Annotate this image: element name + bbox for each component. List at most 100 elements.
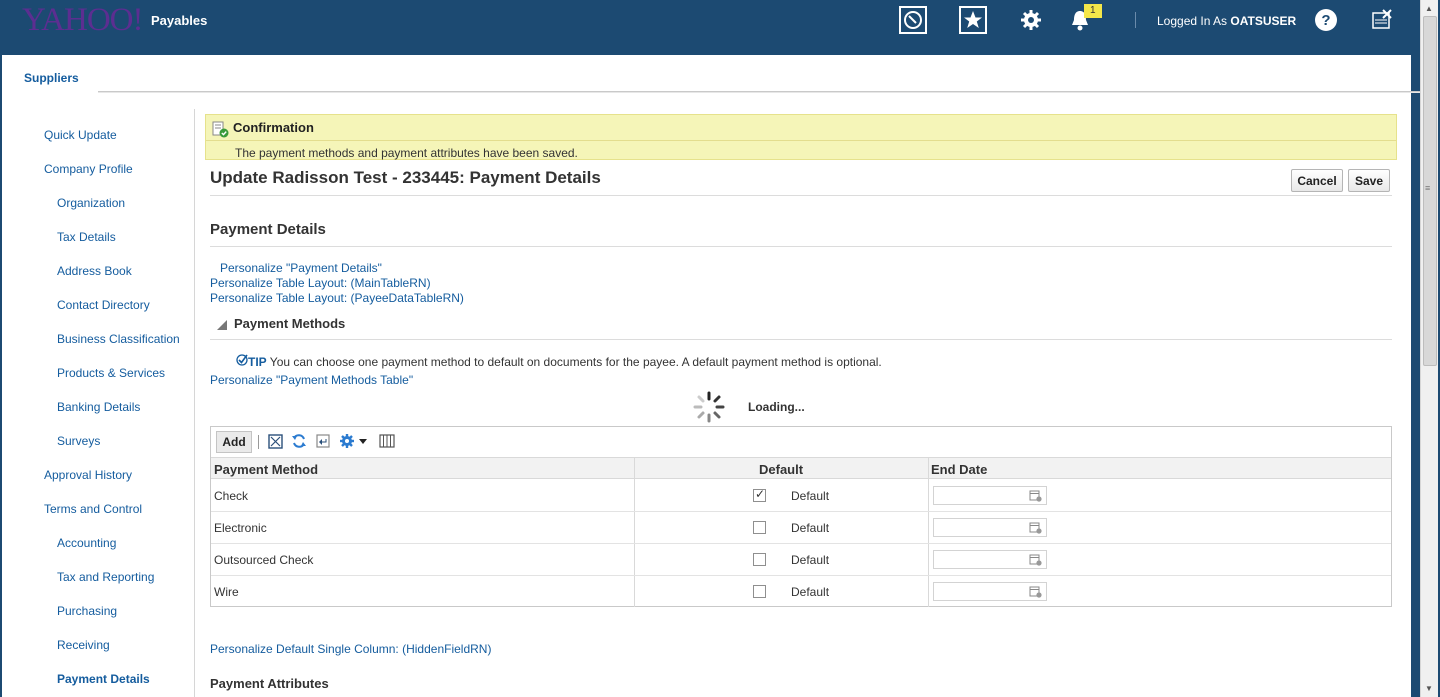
default-label: Default [791,489,830,503]
payment-methods-table: Add Payment Method Default End Date Chec… [210,426,1392,607]
sidebar-item-quick-update[interactable]: Quick Update [44,128,117,142]
payment-method-cell: Outsourced Check [214,553,314,567]
section-title-payment-details: Payment Details [210,221,326,238]
tab-divider-shadow [98,92,1428,93]
help-icon[interactable]: ? [1312,6,1340,34]
scrollbar-grip-icon: ≡ [1425,183,1431,193]
end-date-input[interactable] [933,582,1047,601]
personalize-main-table-link[interactable]: Personalize Table Layout: (MainTableRN) [210,276,431,290]
personalize-payee-table-link[interactable]: Personalize Table Layout: (PayeeDataTabl… [210,291,464,305]
compass-icon[interactable] [899,6,927,34]
sidebar-item-tax-details[interactable]: Tax Details [57,230,116,244]
toolbar-separator [258,435,259,449]
calendar-icon[interactable] [1029,521,1042,537]
table-row: Electronic Default [211,512,1391,544]
default-checkbox[interactable] [753,585,766,598]
freeze-columns-icon[interactable] [379,433,395,452]
sidebar-item-banking-details[interactable]: Banking Details [57,400,140,414]
default-checkbox[interactable] [753,521,766,534]
loading-spinner-icon [692,390,726,427]
sidebar-item-business-classification[interactable]: Business Classification [57,332,180,346]
username: OATSUSER [1230,14,1297,28]
settings-gear-dropdown-icon[interactable] [339,433,369,452]
tip-text: TIP You can choose one payment method to… [236,354,882,369]
sidebar-item-approval-history[interactable]: Approval History [44,468,132,482]
personalize-payment-details-link[interactable]: Personalize "Payment Details" [220,261,382,275]
loading-text: Loading... [748,400,805,414]
tab-strip: Suppliers [14,55,1428,100]
yahoo-logo: YAHOO! [22,2,143,38]
tab-suppliers[interactable]: Suppliers [24,71,79,85]
confirmation-banner: Confirmation The payment methods and pay… [205,114,1397,160]
sidebar-item-address-book[interactable]: Address Book [57,264,132,278]
revert-icon[interactable] [315,433,331,452]
sidebar-item-contact-directory[interactable]: Contact Directory [57,298,150,312]
column-header-default[interactable]: Default [759,462,803,477]
confirmation-document-check-icon [212,121,229,141]
sidebar-item-tax-and-reporting[interactable]: Tax and Reporting [57,570,154,584]
title-divider [210,195,1392,196]
cancel-button[interactable]: Cancel [1291,169,1343,192]
save-button[interactable]: Save [1348,169,1390,192]
column-header-end-date[interactable]: End Date [931,462,987,477]
vertical-scrollbar[interactable]: ▲ ≡ ▼ [1420,0,1438,697]
calendar-icon[interactable] [1029,585,1042,601]
sidebar-item-company-profile[interactable]: Company Profile [44,162,133,176]
sidebar-item-payment-details[interactable]: Payment Details [57,672,150,686]
end-date-input[interactable] [933,550,1047,569]
calendar-icon[interactable] [1029,553,1042,569]
default-checkbox[interactable] [753,487,766,502]
sidebar-item-purchasing[interactable]: Purchasing [57,604,117,618]
section-divider [210,246,1392,247]
default-label: Default [791,585,830,599]
header-separator [1135,12,1136,28]
sidebar-item-products-services[interactable]: Products & Services [57,366,165,380]
logged-in-text: Logged In As OATSUSER [1157,14,1296,28]
collapse-triangle-icon[interactable] [217,320,227,330]
personalize-hidden-field-link[interactable]: Personalize Default Single Column: (Hidd… [210,642,491,656]
scroll-up-arrow-icon[interactable]: ▲ [1425,4,1433,13]
section-title-payment-attributes: Payment Attributes [210,676,329,691]
personalize-methods-table-link[interactable]: Personalize "Payment Methods Table" [210,373,413,387]
sidebar-item-surveys[interactable]: Surveys [57,434,100,448]
settings-gear-icon[interactable] [1017,6,1045,34]
default-label: Default [791,553,830,567]
logged-in-prefix: Logged In As [1157,14,1228,28]
sidebar-item-accounting[interactable]: Accounting [57,536,116,550]
calendar-icon[interactable] [1029,489,1042,505]
svg-text:?: ? [1321,12,1330,29]
add-button[interactable]: Add [216,431,252,453]
app-name: Payables [151,13,208,28]
table-toolbar: Add [211,427,1391,457]
table-row: Check Default [211,480,1391,512]
methods-divider [210,339,1392,340]
confirmation-title: Confirmation [233,120,314,135]
end-date-input[interactable] [933,518,1047,537]
refresh-icon[interactable] [291,433,307,452]
confirmation-divider [206,140,1396,141]
sidebar-item-organization[interactable]: Organization [57,196,125,210]
favorites-star-icon[interactable] [959,6,987,34]
tip-label: TIP [248,355,267,369]
column-header-payment-method[interactable]: Payment Method [214,462,318,477]
tip-check-icon [236,354,248,369]
sidebar-item-terms-and-control[interactable]: Terms and Control [44,502,142,516]
tip-message: You can choose one payment method to def… [269,355,882,369]
close-window-icon[interactable] [1368,6,1396,34]
default-label: Default [791,521,830,535]
payment-method-cell: Check [214,489,249,503]
notification-count-badge: 1 [1084,4,1102,18]
payment-method-cell: Wire [214,585,239,599]
top-header: YAHOO! Payables 1 Logged In As OATSUSER … [0,0,1440,44]
confirmation-message: The payment methods and payment attribut… [235,146,578,160]
table-header: Payment Method Default End Date [211,457,1391,479]
table-row: Wire Default [211,576,1391,608]
table-row: Outsourced Check Default [211,544,1391,576]
default-checkbox[interactable] [753,553,766,566]
section-title-payment-methods: Payment Methods [234,316,346,331]
scroll-down-arrow-icon[interactable]: ▼ [1425,684,1433,693]
payment-method-cell: Electronic [214,521,267,535]
detach-table-icon[interactable] [267,433,284,453]
end-date-input[interactable] [933,486,1047,505]
sidebar-item-receiving[interactable]: Receiving [57,638,110,652]
